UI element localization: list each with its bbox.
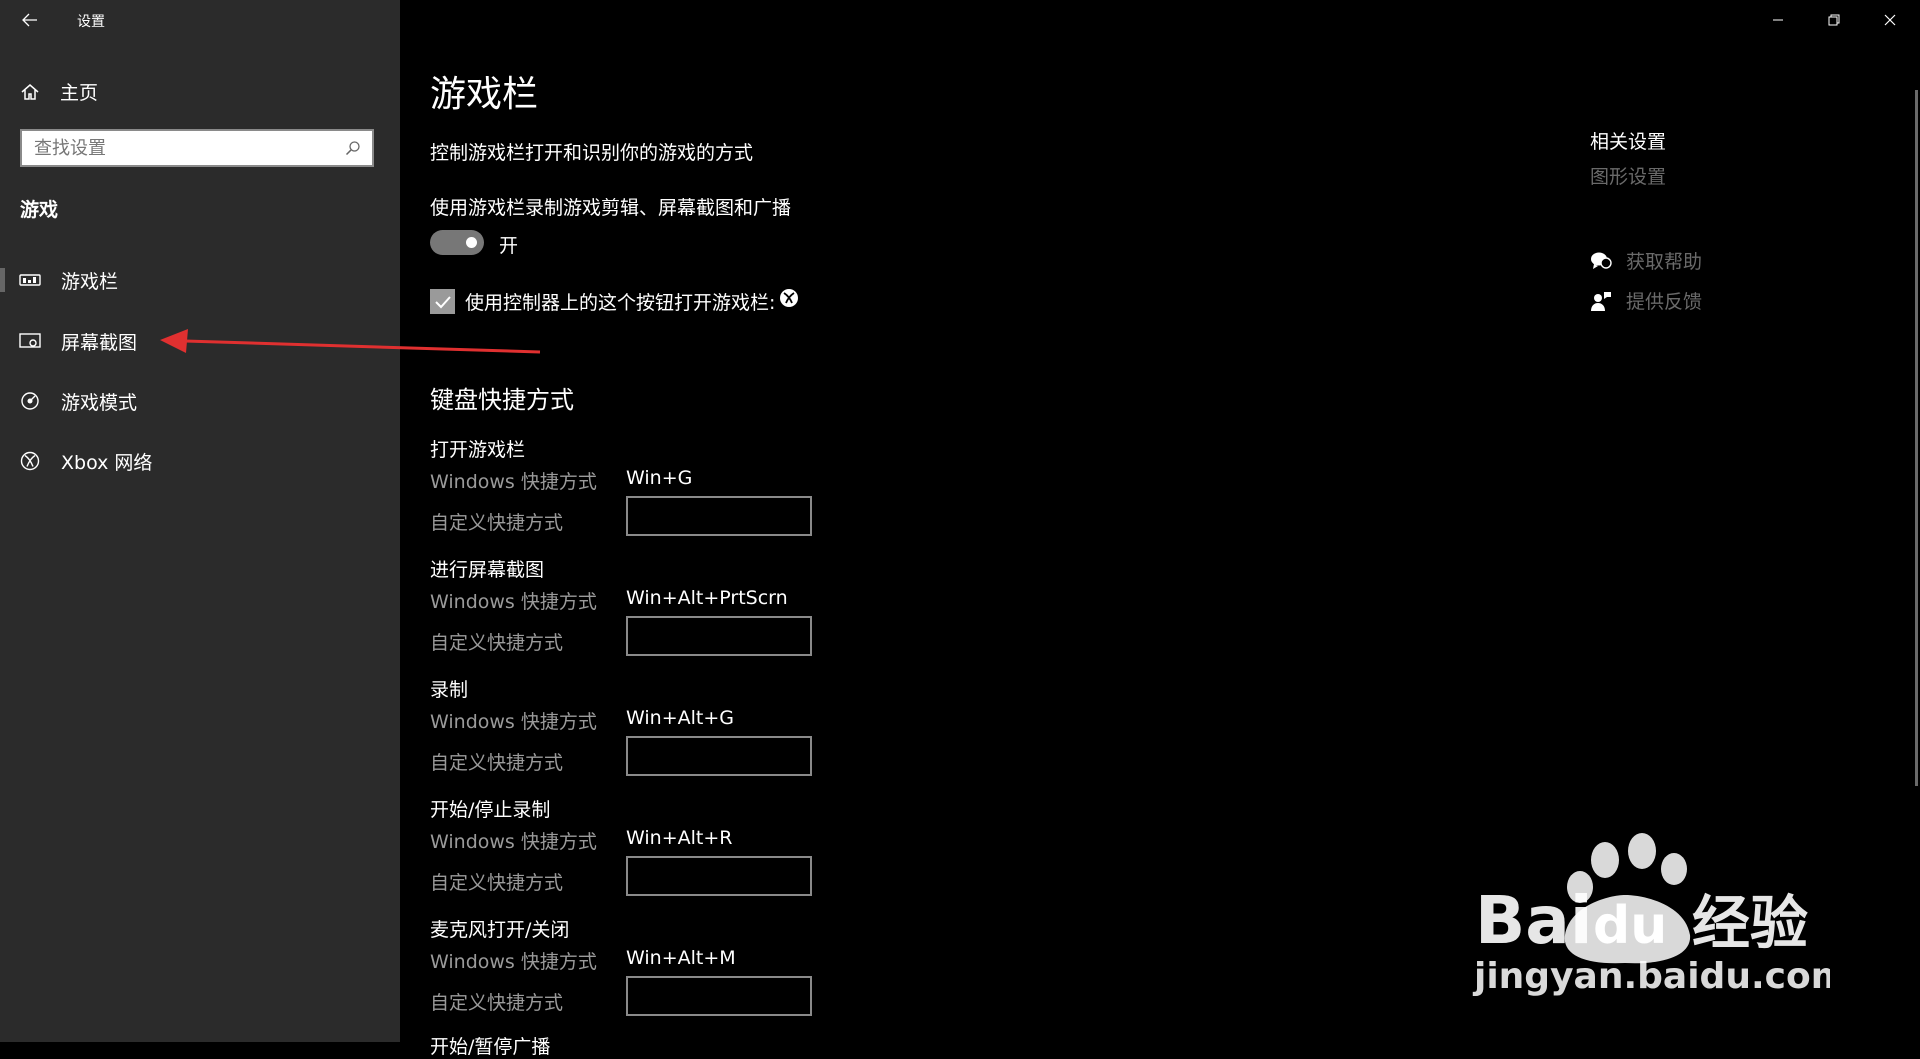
windows-shortcut-keys: Win+Alt+M [626,947,736,969]
controller-checkbox[interactable] [430,289,455,314]
custom-shortcut-label: 自定义快捷方式 [430,512,564,534]
custom-shortcut-input[interactable] [626,736,812,776]
feedback-label: 提供反馈 [1626,291,1703,313]
windows-shortcut-label: Windows 快捷方式 [430,951,597,973]
toggle-label: 使用游戏栏录制游戏剪辑、屏幕截图和广播 [430,197,792,219]
help-chat-icon [1591,252,1612,269]
graphics-settings-link[interactable]: 图形设置 [1590,162,1666,189]
custom-shortcut-label: 自定义快捷方式 [430,632,564,654]
windows-shortcut-label: Windows 快捷方式 [430,591,597,613]
windows-shortcut-keys: Win+Alt+G [626,707,734,729]
watermark-du: du [1593,896,1667,956]
shortcut-name: 开始/停止录制 [430,799,551,821]
shortcut-name: 进行屏幕截图 [430,559,545,581]
custom-shortcut-input[interactable] [626,616,812,656]
get-help-link[interactable]: 获取帮助 [1590,247,1702,274]
shortcut-name: 麦克风打开/关闭 [430,919,570,941]
game-bar-toggle[interactable] [430,230,484,255]
watermark-url: jingyan.baidu.com [1472,956,1830,997]
custom-shortcut-label: 自定义快捷方式 [430,752,564,774]
checkmark-icon [434,295,451,308]
custom-shortcut-label: 自定义快捷方式 [430,872,564,894]
xbox-button-icon [780,289,798,307]
page-title: 游戏栏 [430,74,539,115]
baidu-watermark: Bai du 经验 jingyan.baidu.com [1470,825,1848,1029]
watermark-cn: 经验 [1692,889,1808,957]
scrollbar[interactable] [1915,90,1918,786]
watermark-bai: Bai [1475,882,1592,959]
shortcut-name: 打开游戏栏 [430,439,526,461]
custom-shortcut-input[interactable] [626,496,812,536]
checkbox-label: 使用控制器上的这个按钮打开游戏栏: [465,292,776,314]
windows-shortcut-label: Windows 快捷方式 [430,831,597,853]
windows-shortcut-label: Windows 快捷方式 [430,711,597,733]
related-settings-heading: 相关设置 [1590,131,1667,153]
windows-shortcut-keys: Win+G [626,467,693,489]
shortcuts-heading: 键盘快捷方式 [430,386,574,414]
custom-shortcut-label: 自定义快捷方式 [430,992,564,1014]
custom-shortcut-input[interactable] [626,856,812,896]
get-help-label: 获取帮助 [1626,251,1703,273]
feedback-person-icon [1591,291,1611,311]
windows-shortcut-label: Windows 快捷方式 [430,471,597,493]
toggle-state: 开 [499,235,519,257]
custom-shortcut-input[interactable] [626,976,812,1016]
toggle-knob [466,237,477,248]
shortcut-name: 录制 [430,679,469,701]
windows-shortcut-keys: Win+Alt+R [626,827,733,849]
feedback-link[interactable]: 提供反馈 [1590,287,1702,314]
windows-shortcut-keys: Win+Alt+PrtScrn [626,587,788,609]
shortcut-name-partial: 开始/暂停广播 [430,1036,551,1058]
page-description: 控制游戏栏打开和识别你的游戏的方式 [430,142,754,164]
baidu-logo: Bai du 经验 jingyan.baidu.com [1472,833,1848,997]
